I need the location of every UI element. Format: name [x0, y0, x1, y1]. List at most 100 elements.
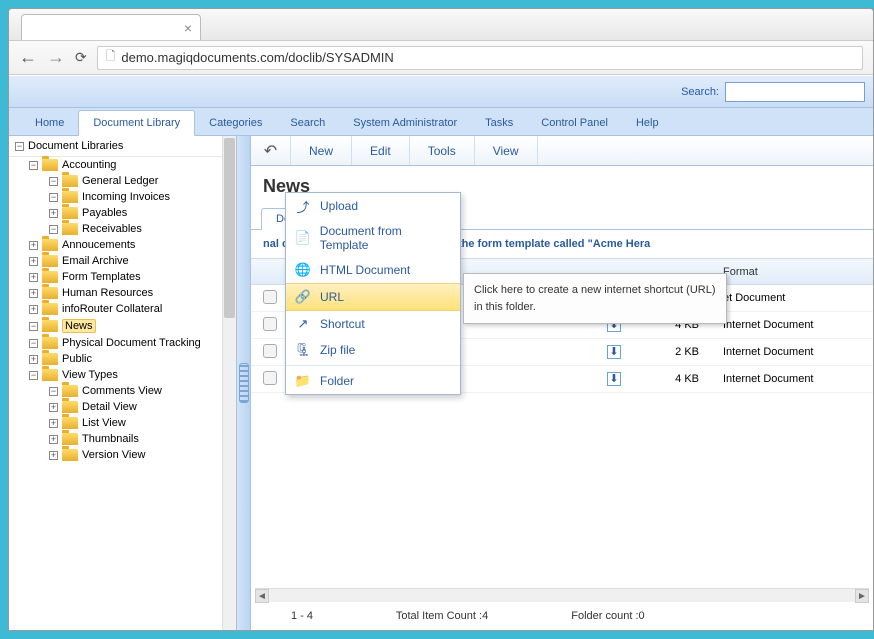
back-toolbar-button[interactable]: ↶: [251, 136, 291, 165]
status-bar: 1 - 4 Total Item Count :4 Folder count :…: [251, 602, 873, 630]
expand-icon[interactable]: +: [49, 451, 58, 460]
menu-item-upload[interactable]: ⤴Upload: [286, 193, 460, 219]
menu-item-zip-file[interactable]: 🗜Zip file: [286, 337, 460, 363]
close-icon[interactable]: ×: [184, 20, 192, 36]
main-tab-document-library[interactable]: Document Library: [78, 110, 195, 136]
folder-icon: [62, 433, 78, 445]
main-tab-help[interactable]: Help: [622, 111, 673, 135]
expand-icon[interactable]: +: [49, 419, 58, 428]
tree-node[interactable]: −Accounting: [9, 157, 236, 173]
row-checkbox[interactable]: [263, 290, 277, 304]
browser-tab[interactable]: ×: [21, 14, 201, 40]
expand-icon[interactable]: +: [49, 403, 58, 412]
scrollbar-horizontal[interactable]: ◄ ►: [255, 588, 869, 602]
menu-separator: [286, 365, 460, 366]
collapse-icon[interactable]: −: [49, 177, 58, 186]
folder-icon: [42, 353, 58, 365]
expand-icon[interactable]: +: [29, 241, 38, 250]
reload-button[interactable]: ⟳: [75, 49, 87, 66]
back-button[interactable]: ←: [19, 47, 37, 68]
splitter[interactable]: [237, 136, 251, 630]
scroll-left-icon[interactable]: ◄: [255, 589, 269, 603]
tree-node[interactable]: + Human Resources: [9, 285, 236, 301]
toolbar-view[interactable]: View: [475, 136, 538, 165]
tree-node[interactable]: +Form Templates: [9, 269, 236, 285]
menu-item-label: HTML Document: [320, 263, 410, 277]
tree-node[interactable]: + Public: [9, 351, 236, 367]
expand-icon[interactable]: +: [49, 435, 58, 444]
expand-icon[interactable]: +: [49, 209, 58, 218]
collapse-icon[interactable]: −: [29, 322, 38, 331]
tree-label: Public: [62, 353, 92, 365]
main-tab-home[interactable]: Home: [21, 111, 78, 135]
collapse-icon[interactable]: −: [15, 142, 24, 151]
collapse-icon[interactable]: −: [49, 387, 58, 396]
expand-icon[interactable]: +: [29, 355, 38, 364]
main-tab-search[interactable]: Search: [276, 111, 339, 135]
main-tab-tasks[interactable]: Tasks: [471, 111, 527, 135]
cell-format: Internet Document: [709, 373, 869, 385]
tree-node[interactable]: +Annoucements: [9, 237, 236, 253]
new-menu-dropdown: ⤴Upload📄Document from Template 🌐 HTML Docu…: [285, 192, 461, 395]
scrollbar-thumb[interactable]: [224, 138, 235, 318]
collapse-icon[interactable]: −: [49, 225, 58, 234]
tree-node[interactable]: −Physical Document Tracking: [9, 335, 236, 351]
main-tab-categories[interactable]: Categories: [195, 111, 276, 135]
scrollbar-vertical[interactable]: [222, 136, 236, 630]
menu-item-icon: 🌐: [294, 262, 312, 278]
collapse-icon[interactable]: −: [49, 193, 58, 202]
url-bar[interactable]: 🗋 demo.magiqdocuments.com/doclib/SYSADMI…: [97, 46, 863, 70]
tree-node[interactable]: +Detail View: [9, 399, 236, 415]
toolbar-new[interactable]: New: [291, 136, 352, 165]
folder-icon: [62, 417, 78, 429]
download-icon[interactable]: ⬇: [607, 372, 621, 386]
tree-node[interactable]: −News: [9, 317, 236, 335]
collapse-icon[interactable]: −: [29, 161, 38, 170]
menu-item-icon: 🔗: [294, 289, 312, 305]
folder-icon: [42, 271, 58, 283]
main-tab-control-panel[interactable]: Control Panel: [527, 111, 622, 135]
expand-icon[interactable]: +: [29, 273, 38, 282]
folder-icon: [42, 337, 58, 349]
menu-item-shortcut[interactable]: ↗Shortcut: [286, 311, 460, 337]
tree-node[interactable]: −Comments View: [9, 383, 236, 399]
expand-icon[interactable]: +: [29, 257, 38, 266]
folder-icon: [42, 239, 58, 251]
tree-panel: − Document Libraries −Accounting−General…: [9, 136, 237, 630]
scroll-right-icon[interactable]: ►: [855, 589, 869, 603]
col-format[interactable]: Format: [709, 266, 869, 278]
tree-node[interactable]: −Incoming Invoices: [9, 189, 236, 205]
menu-item-icon: 🗜: [294, 342, 312, 358]
row-checkbox[interactable]: [263, 344, 277, 358]
collapse-icon[interactable]: −: [29, 371, 38, 380]
search-input[interactable]: [725, 82, 865, 102]
tree-node[interactable]: −Receivables: [9, 221, 236, 237]
tooltip: Click here to create a new internet shor…: [463, 273, 727, 324]
forward-button[interactable]: →: [47, 47, 65, 68]
tree-node[interactable]: +Email Archive: [9, 253, 236, 269]
menu-item-label: Folder: [320, 374, 354, 388]
expand-icon[interactable]: +: [29, 289, 38, 298]
main-tab-system-administrator[interactable]: System Administrator: [339, 111, 471, 135]
toolbar-edit[interactable]: Edit: [352, 136, 410, 165]
folder-icon: [42, 303, 58, 315]
download-icon[interactable]: ⬇: [607, 345, 621, 359]
tree-label: Human Resources: [62, 287, 153, 299]
tree-node[interactable]: +List View: [9, 415, 236, 431]
tree-node[interactable]: +infoRouter Collateral: [9, 301, 236, 317]
expand-icon[interactable]: +: [29, 305, 38, 314]
row-checkbox[interactable]: [263, 371, 277, 385]
menu-item-url[interactable]: 🔗URL: [286, 283, 460, 311]
tree-node[interactable]: −View Types: [9, 367, 236, 383]
toolbar-tools[interactable]: Tools: [410, 136, 475, 165]
tree-node[interactable]: +Payables: [9, 205, 236, 221]
menu-item-html-document[interactable]: 🌐 HTML Document: [286, 257, 460, 283]
row-checkbox[interactable]: [263, 317, 277, 331]
tree-node[interactable]: +Version View: [9, 447, 236, 463]
menu-item-document-from-template[interactable]: 📄Document from Template: [286, 219, 460, 257]
tree-node[interactable]: −General Ledger: [9, 173, 236, 189]
tree-header[interactable]: − Document Libraries: [9, 136, 236, 157]
menu-item-folder[interactable]: 📁Folder: [286, 368, 460, 394]
tree-node[interactable]: +Thumbnails: [9, 431, 236, 447]
collapse-icon[interactable]: −: [29, 339, 38, 348]
